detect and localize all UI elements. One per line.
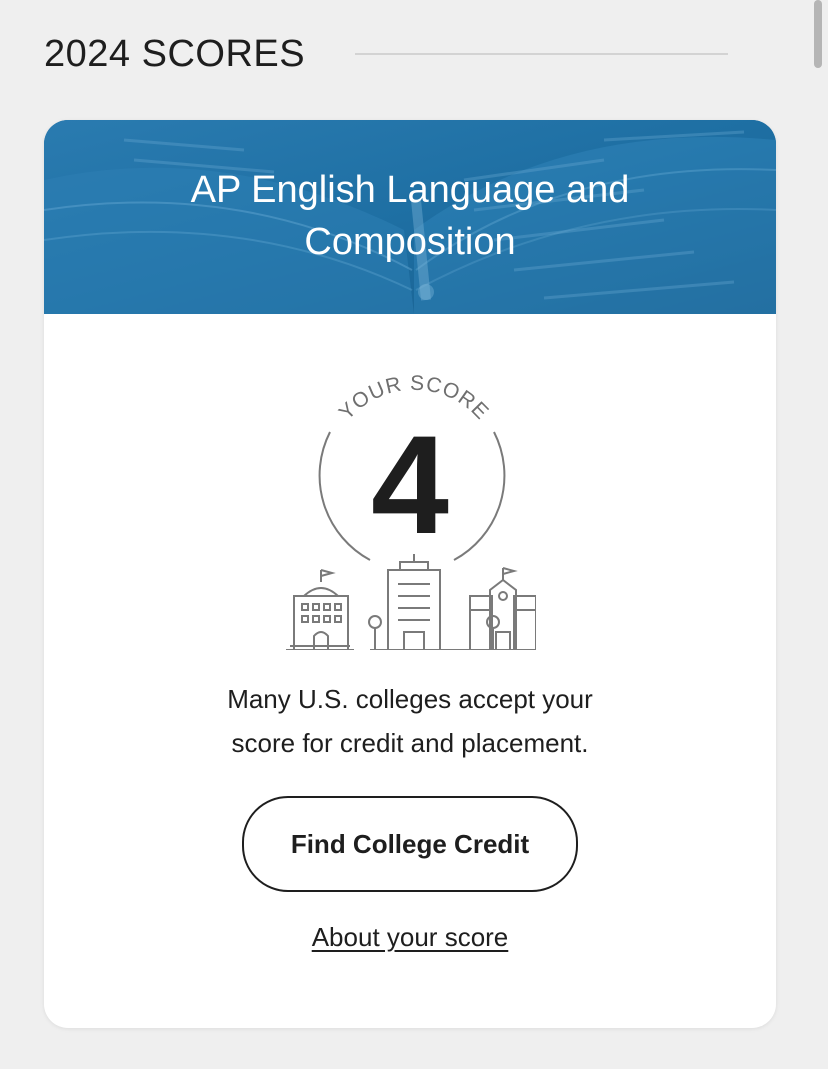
section-divider (355, 53, 728, 55)
find-college-credit-button[interactable]: Find College Credit (242, 796, 578, 892)
college-buildings-icon (286, 554, 536, 650)
score-card: AP English Language and Composition YOUR… (44, 120, 776, 1028)
section-title: 2024 SCORES (44, 32, 306, 75)
about-your-score-link[interactable]: About your score (244, 922, 576, 953)
credit-message-line2: score for credit and placement. (231, 728, 589, 758)
card-header: AP English Language and Composition (44, 120, 776, 314)
course-title-line1: AP English Language and (190, 169, 630, 211)
score-value: 4 (371, 406, 449, 563)
scrollbar[interactable] (814, 0, 822, 68)
course-title-line2: Composition (304, 221, 516, 263)
credit-message-line1: Many U.S. colleges accept your (227, 684, 593, 714)
section-header: 2024 SCORES (44, 26, 728, 82)
course-title: AP English Language and Composition (104, 164, 716, 268)
